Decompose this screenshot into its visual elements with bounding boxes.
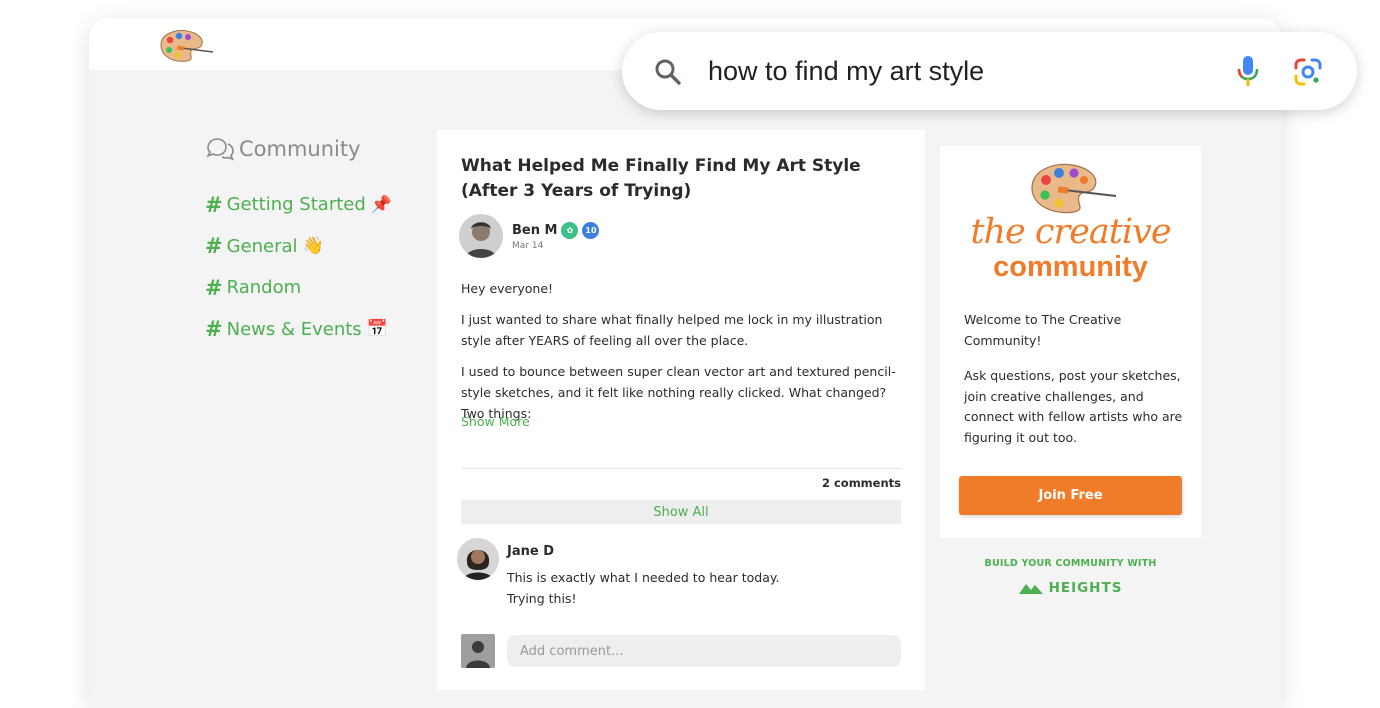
search-query[interactable]: how to find my art style bbox=[708, 54, 984, 88]
comment-line: Trying this! bbox=[507, 591, 577, 606]
comment-line: This is exactly what I needed to hear to… bbox=[507, 570, 780, 585]
comment: Jane D This is exactly what I needed to … bbox=[457, 538, 779, 609]
channel-label: News & Events bbox=[226, 318, 362, 340]
hashtag-icon: # bbox=[205, 234, 223, 259]
channel-label: General bbox=[226, 235, 298, 257]
mountains-icon bbox=[1018, 584, 1043, 594]
avatar bbox=[461, 634, 495, 668]
author-meta: Ben M ✿ 10 Mar 14 bbox=[512, 221, 600, 251]
hashtag-icon: # bbox=[205, 317, 223, 342]
channel-label: Getting Started bbox=[226, 194, 366, 216]
channel-random[interactable]: # Random bbox=[205, 267, 405, 309]
palette-logo-icon bbox=[1031, 163, 1117, 214]
post-body: Hey everyone! I just wanted to share wha… bbox=[461, 278, 905, 434]
calendar-icon: 📅 bbox=[366, 319, 388, 340]
comment-author[interactable]: Jane D bbox=[507, 544, 779, 559]
community-title-label: Community bbox=[239, 137, 361, 161]
channel-getting-started[interactable]: # Getting Started 📌 bbox=[205, 184, 405, 226]
avatar[interactable] bbox=[459, 214, 503, 258]
add-comment-row bbox=[461, 634, 901, 668]
microphone-icon[interactable] bbox=[1234, 54, 1262, 90]
post-card: What Helped Me Finally Find My Art Style… bbox=[437, 130, 925, 690]
comment-count: 2 comments bbox=[821, 476, 901, 490]
pushpin-icon: 📌 bbox=[370, 194, 392, 215]
show-more-link[interactable]: Show More bbox=[461, 414, 530, 429]
join-free-button[interactable]: Join Free bbox=[959, 476, 1182, 515]
post-title[interactable]: What Helped Me Finally Find My Art Style… bbox=[461, 154, 901, 204]
channel-news-events[interactable]: # News & Events 📅 bbox=[205, 309, 405, 351]
search-bar[interactable]: how to find my art style bbox=[622, 32, 1357, 110]
build-community-text[interactable]: BUILD YOUR COMMUNITY WITH bbox=[940, 558, 1201, 569]
level-badge: 10 bbox=[582, 221, 600, 239]
welcome-text: Welcome to The Creative Community! bbox=[964, 312, 1122, 348]
channel-label: Random bbox=[226, 277, 302, 299]
woman-avatar-icon bbox=[457, 538, 499, 580]
community-description: Ask questions, post your sketches, join … bbox=[964, 368, 1183, 445]
chat-bubbles-icon bbox=[206, 138, 234, 161]
waving-hand-icon: 👋 bbox=[302, 236, 324, 257]
heights-brand-label: HEIGHTS bbox=[1048, 580, 1123, 596]
community-title[interactable]: Community bbox=[205, 136, 405, 162]
search-icon[interactable] bbox=[652, 56, 684, 88]
community-info-card: the creative community Welcome to The Cr… bbox=[940, 146, 1201, 538]
brand-title-line1: the creative bbox=[970, 212, 1171, 252]
comment-body: Jane D This is exactly what I needed to … bbox=[507, 538, 779, 609]
heights-brand-link[interactable]: HEIGHTS bbox=[940, 580, 1201, 596]
post-paragraph: Hey everyone! bbox=[461, 281, 554, 296]
divider bbox=[461, 468, 901, 469]
channel-list: # Getting Started 📌 # General 👋 # Random… bbox=[205, 184, 405, 350]
post-author: Ben M ✿ 10 Mar 14 bbox=[459, 214, 600, 258]
avatar[interactable] bbox=[457, 538, 499, 580]
default-user-icon bbox=[461, 634, 495, 668]
author-name[interactable]: Ben M bbox=[512, 223, 557, 238]
post-paragraph: I just wanted to share what finally help… bbox=[461, 312, 883, 348]
channel-general[interactable]: # General 👋 bbox=[205, 226, 405, 268]
leaf-badge-icon: ✿ bbox=[561, 221, 579, 239]
hashtag-icon: # bbox=[205, 275, 223, 300]
community-nav: Community # Getting Started 📌 # General … bbox=[205, 136, 405, 350]
camera-lens-icon[interactable] bbox=[1292, 56, 1324, 88]
brand-title-line2: community bbox=[993, 251, 1148, 283]
post-date: Mar 14 bbox=[512, 240, 544, 251]
hashtag-icon: # bbox=[205, 192, 223, 217]
man-avatar-icon bbox=[459, 214, 503, 258]
show-all-button[interactable]: Show All bbox=[461, 500, 901, 524]
comment-text: This is exactly what I needed to hear to… bbox=[507, 567, 779, 609]
author-name-row: Ben M ✿ 10 bbox=[512, 221, 600, 239]
add-comment-input[interactable] bbox=[507, 635, 901, 667]
palette-logo-icon[interactable] bbox=[155, 26, 215, 64]
app-window: Community # Getting Started 📌 # General … bbox=[89, 18, 1282, 708]
